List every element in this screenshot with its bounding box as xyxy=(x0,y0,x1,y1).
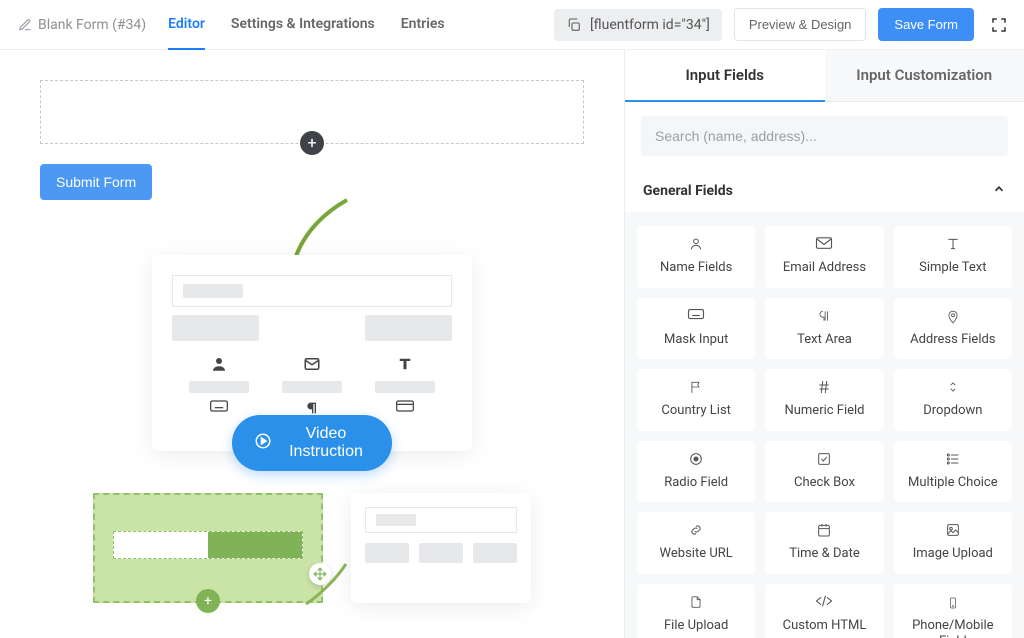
field-tile-email-address[interactable]: Email Address xyxy=(765,226,883,288)
hash-icon xyxy=(771,379,877,395)
field-tile-phone-mobile-field[interactable]: Phone/Mobile Field xyxy=(894,584,1012,638)
pencil-icon xyxy=(18,18,32,32)
form-dropzone[interactable]: + xyxy=(40,80,584,144)
field-tile-time-date[interactable]: Time & Date xyxy=(765,512,883,574)
field-tile-multiple-choice[interactable]: Multiple Choice xyxy=(894,441,1012,503)
field-tile-label: Check Box xyxy=(794,475,855,490)
section-general-label: General Fields xyxy=(643,183,733,199)
field-tile-image-upload[interactable]: Image Upload xyxy=(894,512,1012,574)
add-field-button[interactable]: + xyxy=(300,131,324,155)
flag-icon xyxy=(643,379,749,395)
plus-icon: + xyxy=(196,589,220,613)
section-general-fields[interactable]: General Fields xyxy=(625,170,1024,212)
drag-illustration: + xyxy=(82,493,542,603)
top-tabs: Editor Settings & Integrations Entries xyxy=(168,0,444,50)
tab-editor[interactable]: Editor xyxy=(168,0,205,50)
field-tile-label: Website URL xyxy=(660,546,733,561)
mail-icon xyxy=(771,236,877,252)
chevron-up-icon xyxy=(992,182,1006,200)
field-tile-label: File Upload xyxy=(664,618,728,633)
tab-entries[interactable]: Entries xyxy=(401,0,445,50)
field-tile-label: Mask Input xyxy=(664,332,728,347)
calendar-icon xyxy=(771,522,877,538)
preview-design-button[interactable]: Preview & Design xyxy=(734,8,867,41)
list-icon xyxy=(900,451,1006,467)
video-instruction-button[interactable]: Video Instruction xyxy=(232,415,392,471)
field-tile-label: Image Upload xyxy=(913,546,993,561)
field-tile-label: Email Address xyxy=(783,260,866,275)
field-tile-label: Multiple Choice xyxy=(908,475,998,490)
field-tile-custom-html[interactable]: Custom HTML xyxy=(765,584,883,638)
field-tile-label: Phone/Mobile Field xyxy=(912,618,994,638)
field-tile-label: Simple Text xyxy=(919,260,986,275)
fullscreen-icon[interactable] xyxy=(986,12,1012,38)
code-icon xyxy=(771,594,877,610)
tab-input-fields[interactable]: Input Fields xyxy=(625,50,825,102)
play-icon xyxy=(254,432,272,455)
file-icon xyxy=(643,594,749,610)
submit-form-button[interactable]: Submit Form xyxy=(40,164,152,200)
field-tile-label: Numeric Field xyxy=(784,403,864,418)
field-tile-numeric-field[interactable]: Numeric Field xyxy=(765,369,883,431)
video-instruction-label: Video Instruction xyxy=(282,425,370,461)
preview-user-icon xyxy=(184,355,254,393)
shortcode-button[interactable]: [fluentform id="34"] xyxy=(554,9,722,41)
pin-icon xyxy=(900,308,1006,324)
form-title[interactable]: Blank Form (#34) xyxy=(18,17,146,33)
field-tile-address-fields[interactable]: Address Fields xyxy=(894,298,1012,360)
preview-text-icon xyxy=(370,355,440,393)
field-tile-label: Radio Field xyxy=(664,475,728,490)
field-tile-label: Country List xyxy=(661,403,731,418)
save-form-button[interactable]: Save Form xyxy=(878,8,974,41)
chevrons-icon xyxy=(900,379,1006,395)
copy-icon xyxy=(566,17,582,33)
field-tile-label: Address Fields xyxy=(910,332,995,347)
preview-mail-icon xyxy=(277,355,347,393)
check-icon xyxy=(771,451,877,467)
canvas-area: + Submit Form Add In Place xyxy=(0,50,624,638)
field-tile-dropdown[interactable]: Dropdown xyxy=(894,369,1012,431)
field-tile-label: Dropdown xyxy=(923,403,982,418)
field-tile-label: Name Fields xyxy=(660,260,732,275)
radio-icon xyxy=(643,451,749,467)
curve-arrow-icon xyxy=(301,559,361,609)
image-icon xyxy=(900,522,1006,538)
search-input[interactable] xyxy=(641,116,1008,156)
sidebar-tabs: Input Fields Input Customization xyxy=(625,50,1024,102)
user-icon xyxy=(643,236,749,252)
paragraph-icon xyxy=(771,308,877,324)
field-tile-file-upload[interactable]: File Upload xyxy=(637,584,755,638)
field-grid: Name Fields Email Address Simple Text Mask … xyxy=(625,212,1024,638)
field-tile-label: Time & Date xyxy=(789,546,860,561)
field-tile-website-url[interactable]: Website URL xyxy=(637,512,755,574)
tab-input-customization[interactable]: Input Customization xyxy=(825,50,1024,102)
field-tile-label: Custom HTML xyxy=(783,618,867,633)
field-tile-radio-field[interactable]: Radio Field xyxy=(637,441,755,503)
text-icon xyxy=(900,236,1006,252)
form-title-text: Blank Form (#34) xyxy=(38,17,146,33)
illustration: Add In Place xyxy=(82,255,542,603)
field-tile-mask-input[interactable]: Mask Input xyxy=(637,298,755,360)
field-tile-country-list[interactable]: Country List xyxy=(637,369,755,431)
field-tile-name-fields[interactable]: Name Fields xyxy=(637,226,755,288)
field-tile-label: Text Area xyxy=(797,332,852,347)
field-tile-simple-text[interactable]: Simple Text xyxy=(894,226,1012,288)
tab-settings-integrations[interactable]: Settings & Integrations xyxy=(231,0,375,50)
card-preview: Video Instruction xyxy=(152,255,472,451)
phone-icon xyxy=(900,594,1006,610)
shortcode-text: [fluentform id="34"] xyxy=(590,17,710,33)
mask-icon xyxy=(643,308,749,324)
field-tile-check-box[interactable]: Check Box xyxy=(765,441,883,503)
link-icon xyxy=(643,522,749,538)
field-tile-text-area[interactable]: Text Area xyxy=(765,298,883,360)
